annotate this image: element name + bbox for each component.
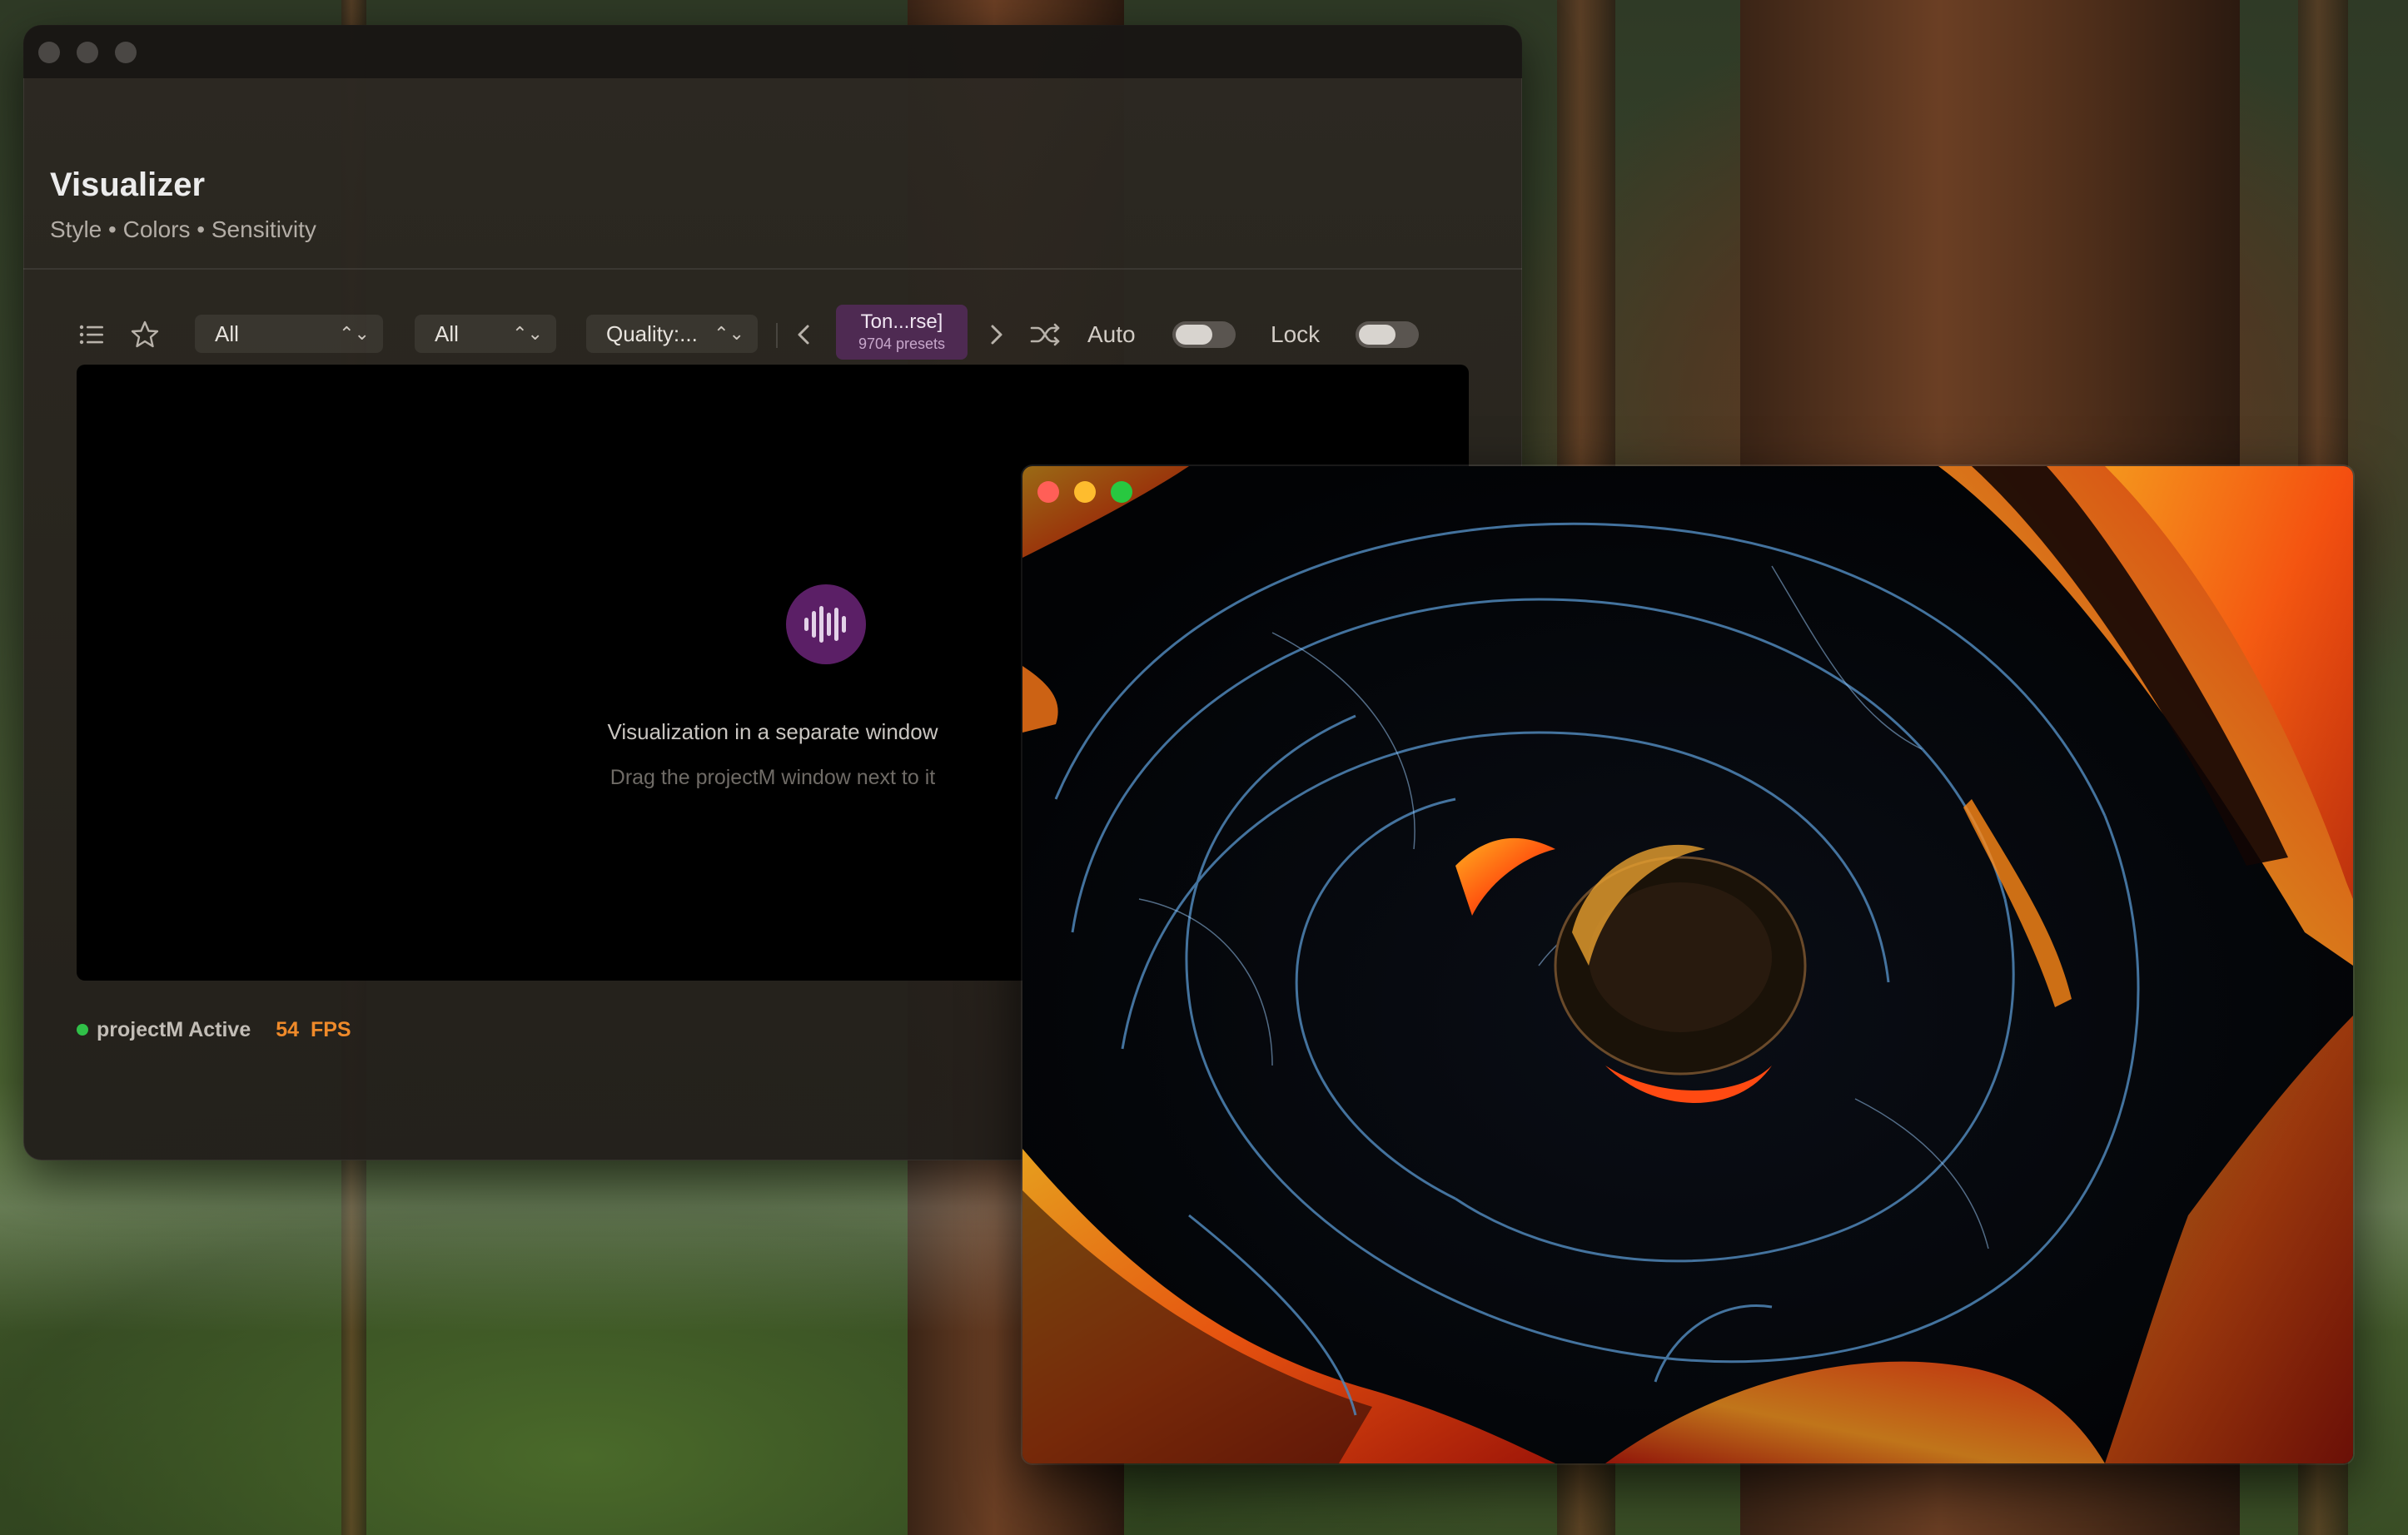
quality-select[interactable]: Quality:... ⌃⌄ [586, 315, 758, 353]
quality-select-value: Quality:... [606, 321, 698, 346]
subcategory-select[interactable]: All ⌃⌄ [415, 315, 556, 353]
chevron-updown-icon: ⌃⌄ [714, 323, 744, 344]
preset-count: 9704 presets [858, 335, 946, 352]
chevron-updown-icon: ⌃⌄ [512, 323, 543, 344]
fps-value: 54 [276, 1017, 300, 1041]
titlebar [23, 25, 1522, 78]
toolbar-separator [776, 323, 778, 348]
toggle-knob [1176, 325, 1212, 345]
next-preset-button[interactable] [981, 320, 1011, 350]
toggle-knob [1359, 325, 1396, 345]
status-bar: projectM Active 54 FPS [77, 1017, 351, 1042]
subcategory-select-value: All [435, 321, 459, 346]
star-icon[interactable] [130, 320, 160, 350]
category-select[interactable]: All ⌃⌄ [195, 315, 383, 353]
visualization-canvas [1022, 466, 2353, 1463]
page-subtitle: Style • Colors • Sensitivity [50, 216, 316, 242]
shuffle-icon[interactable] [1029, 320, 1060, 350]
preset-name: Ton...rse] [860, 310, 943, 333]
close-window-button[interactable] [1037, 481, 1059, 503]
page-title: Visualizer [50, 166, 206, 203]
close-window-button[interactable] [38, 42, 60, 63]
auto-label: Auto [1087, 321, 1136, 347]
lock-toggle[interactable] [1356, 321, 1419, 348]
status-text: projectM Active [97, 1017, 251, 1041]
divider [23, 268, 1522, 270]
toolbar: All ⌃⌄ All ⌃⌄ Quality:... ⌃⌄ Ton...rse] … [23, 300, 1522, 366]
previous-preset-button[interactable] [789, 320, 819, 350]
zoom-window-button[interactable] [1111, 481, 1132, 503]
lock-label: Lock [1271, 321, 1321, 347]
minimize-window-button[interactable] [1074, 481, 1096, 503]
waveform-icon [786, 584, 866, 664]
current-preset[interactable]: Ton...rse] 9704 presets [836, 305, 968, 360]
zoom-window-button[interactable] [115, 42, 137, 63]
fps-unit: FPS [310, 1017, 351, 1041]
chevron-updown-icon: ⌃⌄ [339, 323, 370, 344]
status-indicator [77, 1024, 88, 1036]
minimize-window-button[interactable] [77, 42, 98, 63]
list-icon[interactable] [77, 320, 107, 350]
projectm-window[interactable] [1022, 466, 2353, 1463]
auto-toggle[interactable] [1172, 321, 1236, 348]
category-select-value: All [215, 321, 239, 346]
